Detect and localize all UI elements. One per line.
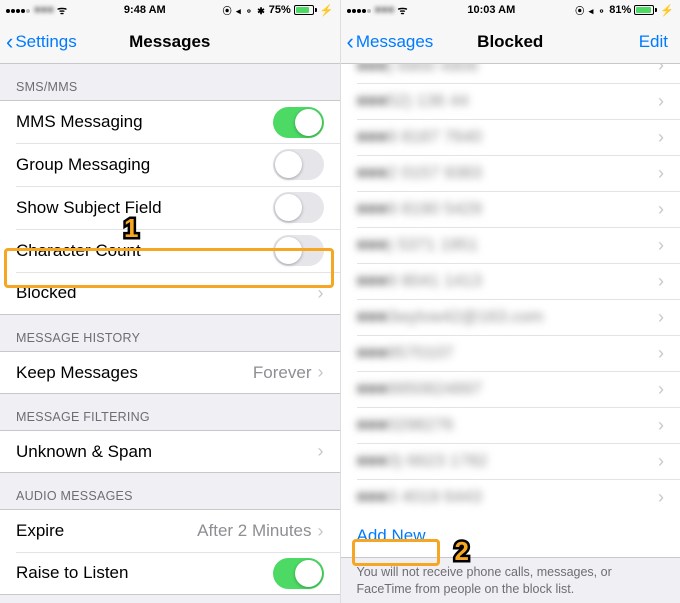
edit-button[interactable]: Edit — [639, 32, 668, 52]
chevron-back-icon: ‹ — [347, 31, 354, 53]
battery-icon — [294, 5, 317, 15]
blocked-item[interactable]: ■■■3wylvw42@163.com› — [341, 299, 680, 335]
mms-messaging-row[interactable]: MMS Messaging — [0, 100, 340, 143]
expire-row[interactable]: Expire After 2 Minutes › — [0, 509, 340, 552]
back-button[interactable]: ‹ Settings — [6, 31, 77, 53]
chevron-right-icon: › — [318, 283, 324, 304]
blocked-item[interactable]: ■■■9950824897› — [341, 371, 680, 407]
charging-icon: ⚡ — [660, 4, 674, 17]
blocked-item[interactable]: ■■■) 5371 1951› — [341, 227, 680, 263]
subject-toggle[interactable] — [273, 192, 324, 223]
chevron-right-icon: › — [318, 441, 324, 462]
signal-icon — [347, 4, 372, 16]
blocked-item[interactable]: ■■■9 8190 5429› — [341, 191, 680, 227]
character-count-row[interactable]: Character Count — [0, 229, 340, 272]
nav-bar: ‹ Settings Messages — [0, 20, 340, 64]
settings-scroll[interactable]: SMS/MMS MMS Messaging Group Messaging Sh… — [0, 64, 340, 603]
blocked-item[interactable]: ■■■) 6900 4906› — [341, 64, 680, 83]
status-bar: ■■■ ᯤ 10:03 AM ⦿ ◂ ⚬ 81% ⚡ — [341, 0, 680, 20]
group-messaging-row[interactable]: Group Messaging — [0, 143, 340, 186]
blocked-item[interactable]: ■■■52) 136 44› — [341, 83, 680, 119]
back-button[interactable]: ‹ Messages — [347, 31, 434, 53]
raise-listen-toggle[interactable] — [273, 558, 324, 589]
signal-icon — [6, 4, 31, 16]
charging-icon: ⚡ — [320, 4, 334, 17]
chevron-right-icon: › — [658, 91, 664, 112]
add-new-button[interactable]: Add New... — [341, 515, 680, 558]
chevron-right-icon: › — [658, 199, 664, 220]
blocked-item[interactable]: ■■■9 8041 1413› — [341, 263, 680, 299]
blocked-row[interactable]: Blocked › — [0, 272, 340, 315]
chevron-right-icon: › — [658, 343, 664, 364]
keep-messages-row[interactable]: Keep Messages Forever › — [0, 351, 340, 394]
chevron-back-icon: ‹ — [6, 31, 13, 53]
clock: 10:03 AM — [467, 4, 515, 16]
status-bar: ■■■ ᯤ 9:48 AM ⦿ ◂ ⚬ ✱ 75% ⚡ — [0, 0, 340, 20]
page-title: Messages — [129, 32, 210, 52]
chevron-right-icon: › — [658, 307, 664, 328]
battery-icon — [634, 5, 657, 15]
chevron-right-icon: › — [658, 451, 664, 472]
chevron-right-icon: › — [658, 379, 664, 400]
raise-listen-row[interactable]: Raise to Listen — [0, 552, 340, 595]
blocked-item[interactable]: ■■■2 0157 9383› — [341, 155, 680, 191]
section-header-sms: SMS/MMS — [0, 64, 340, 100]
nav-bar: ‹ Messages Blocked Edit — [341, 20, 680, 64]
section-header-audio: AUDIO MESSAGES — [0, 473, 340, 509]
mms-toggle[interactable] — [273, 107, 324, 138]
show-subject-row[interactable]: Show Subject Field — [0, 186, 340, 229]
status-icons: ⦿ ◂ ⚬ — [575, 4, 606, 17]
chevron-right-icon: › — [658, 64, 664, 76]
wifi-icon: ᯤ — [57, 3, 67, 18]
chevron-right-icon: › — [318, 521, 324, 542]
chevron-right-icon: › — [658, 271, 664, 292]
chevron-right-icon: › — [658, 415, 664, 436]
unknown-spam-row[interactable]: Unknown & Spam › — [0, 430, 340, 473]
section-header-filter: MESSAGE FILTERING — [0, 394, 340, 430]
chevron-right-icon: › — [658, 127, 664, 148]
blocked-item[interactable]: ■■■0298276› — [341, 407, 680, 443]
group-msg-toggle[interactable] — [273, 149, 324, 180]
status-icons: ⦿ ◂ ⚬ ✱ — [223, 4, 266, 17]
blocked-item[interactable]: ■■■3) 6623 1782› — [341, 443, 680, 479]
blocked-scroll[interactable]: ■■■) 6900 4906›■■■52) 136 44›■■■9 8187 7… — [341, 64, 680, 603]
blocked-item[interactable]: ■■■3 4019 6443› — [341, 479, 680, 515]
blocked-item[interactable]: ■■■9 8187 7640› — [341, 119, 680, 155]
clock: 9:48 AM — [124, 4, 166, 16]
chevron-right-icon: › — [658, 487, 664, 508]
battery-pct: 81% — [609, 4, 631, 16]
blocked-list-screen: ■■■ ᯤ 10:03 AM ⦿ ◂ ⚬ 81% ⚡ ‹ Messages Bl… — [341, 0, 680, 603]
chevron-right-icon: › — [658, 235, 664, 256]
blocked-footer-note: You will not receive phone calls, messag… — [341, 558, 680, 603]
chevron-right-icon: › — [658, 163, 664, 184]
page-title: Blocked — [477, 32, 543, 52]
chevron-right-icon: › — [318, 362, 324, 383]
wifi-icon: ᯤ — [397, 3, 407, 18]
audio-footer-note: Raise to Listen allows you to quickly li… — [0, 595, 340, 603]
section-header-history: MESSAGE HISTORY — [0, 315, 340, 351]
charcount-toggle[interactable] — [273, 235, 324, 266]
messages-settings-screen: ■■■ ᯤ 9:48 AM ⦿ ◂ ⚬ ✱ 75% ⚡ ‹ Settings M… — [0, 0, 341, 603]
battery-pct: 75% — [269, 4, 291, 16]
blocked-item[interactable]: ■■■8570107› — [341, 335, 680, 371]
